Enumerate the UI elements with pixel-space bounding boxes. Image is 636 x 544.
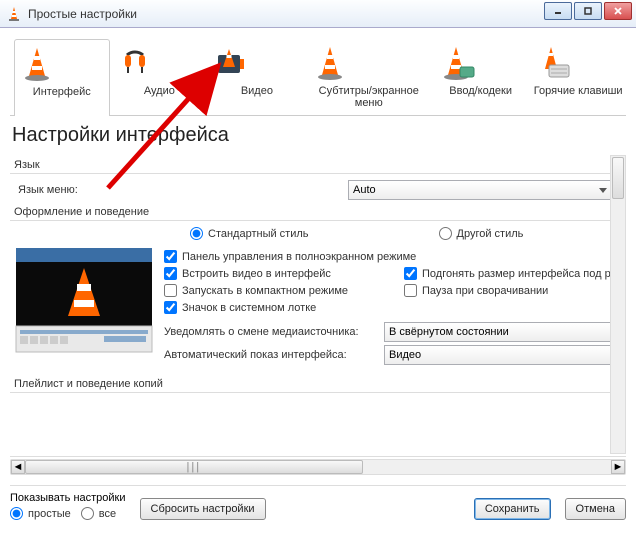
menu-language-label: Язык меню: <box>18 184 348 196</box>
radio-label: Другой стиль <box>457 228 524 240</box>
cancel-button[interactable]: Отмена <box>565 498 626 520</box>
divider <box>10 485 626 486</box>
tab-label: Видео <box>212 85 302 97</box>
check-label: Встроить видео в интерфейс <box>182 268 331 280</box>
notify-dropdown[interactable]: В свёрнутом состоянии <box>384 322 626 342</box>
radio-label: Стандартный стиль <box>208 228 309 240</box>
close-button[interactable] <box>604 2 632 20</box>
tab-label: Интерфейс <box>17 86 107 98</box>
video-icon <box>212 43 302 83</box>
check-label: Панель управления в полноэкранном режиме <box>182 251 416 263</box>
check-label: Подгонять размер интерфейса под разм <box>422 268 626 280</box>
divider <box>10 392 612 393</box>
group-playlist: Плейлист и поведение копий <box>14 378 612 390</box>
tab-label: Ввод/кодеки <box>436 85 526 97</box>
style-standard-radio[interactable]: Стандартный стиль <box>190 227 309 240</box>
dropdown-value: Видео <box>389 349 421 361</box>
interface-icon <box>17 44 107 84</box>
radio-label: простые <box>28 508 71 520</box>
input-icon <box>436 43 526 83</box>
fullscreen-controls-check[interactable]: Панель управления в полноэкранном режиме <box>164 250 416 263</box>
tab-label: Горячие клавиши <box>533 85 623 97</box>
auto-show-dropdown[interactable]: Видео <box>384 345 626 365</box>
dropdown-value: Auto <box>353 184 376 196</box>
title-bar: Простые настройки <box>0 0 636 28</box>
divider <box>10 220 612 221</box>
style-other-radio[interactable]: Другой стиль <box>439 227 524 240</box>
audio-icon <box>115 43 205 83</box>
show-settings-group: Показывать настройки простые все <box>10 492 126 520</box>
horizontal-scrollbar[interactable]: ◄ ||| ► <box>10 459 626 475</box>
tab-subtitles[interactable]: Субтитры/экранное меню <box>307 38 431 115</box>
check-label: Пауза при сворачивании <box>422 285 548 297</box>
scrollbar-thumb[interactable]: ||| <box>25 460 363 474</box>
subtitles-icon <box>310 43 428 83</box>
show-simple-radio[interactable]: простые <box>10 507 71 520</box>
show-all-radio[interactable]: все <box>81 507 116 520</box>
fit-size-check[interactable]: Подгонять размер интерфейса под разм <box>404 267 626 280</box>
tab-audio[interactable]: Аудио <box>112 38 208 115</box>
window-title: Простые настройки <box>28 7 137 21</box>
check-label: Запускать в компактном режиме <box>182 285 348 297</box>
group-appearance: Оформление и поведение <box>14 206 612 218</box>
embed-video-check[interactable]: Встроить видео в интерфейс <box>164 267 374 280</box>
tab-input[interactable]: Ввод/кодеки <box>433 38 529 115</box>
tab-label: Субтитры/экранное меню <box>310 85 428 109</box>
radio-label: все <box>99 508 116 520</box>
tab-label: Аудио <box>115 85 205 97</box>
scroll-left-icon[interactable]: ◄ <box>11 460 25 474</box>
menu-language-dropdown[interactable]: Auto <box>348 180 612 200</box>
pause-minimize-check[interactable]: Пауза при сворачивании <box>404 284 614 297</box>
category-tabs: Интерфейс Аудио Видео Субтитры/экранное … <box>10 34 626 116</box>
dropdown-value: В свёрнутом состоянии <box>389 326 509 338</box>
style-preview <box>14 246 154 354</box>
maximize-button[interactable] <box>574 2 602 20</box>
chevron-down-icon <box>599 188 607 193</box>
show-settings-label: Показывать настройки <box>10 492 126 504</box>
vertical-scrollbar[interactable] <box>610 155 626 454</box>
notify-label: Уведомлять о смене медиаисточника: <box>164 326 384 338</box>
auto-show-label: Автоматический показ интерфейса: <box>164 349 384 361</box>
scroll-right-icon[interactable]: ► <box>611 460 625 474</box>
group-language: Язык <box>14 159 612 171</box>
tab-interface[interactable]: Интерфейс <box>14 39 110 116</box>
compact-mode-check[interactable]: Запускать в компактном режиме <box>164 284 374 297</box>
vlc-icon <box>6 6 22 22</box>
settings-panel: Язык Язык меню: Auto Оформление и поведе… <box>10 153 626 457</box>
reset-button[interactable]: Сбросить настройки <box>140 498 266 520</box>
tab-hotkeys[interactable]: Горячие клавиши <box>530 38 626 115</box>
page-title: Настройки интерфейса <box>12 124 626 147</box>
minimize-button[interactable] <box>544 2 572 20</box>
tab-video[interactable]: Видео <box>209 38 305 115</box>
save-button[interactable]: Сохранить <box>474 498 551 520</box>
tray-icon-check[interactable]: Значок в системном лотке <box>164 301 374 314</box>
hotkeys-icon <box>533 43 623 83</box>
divider <box>10 173 612 174</box>
check-label: Значок в системном лотке <box>182 302 316 314</box>
